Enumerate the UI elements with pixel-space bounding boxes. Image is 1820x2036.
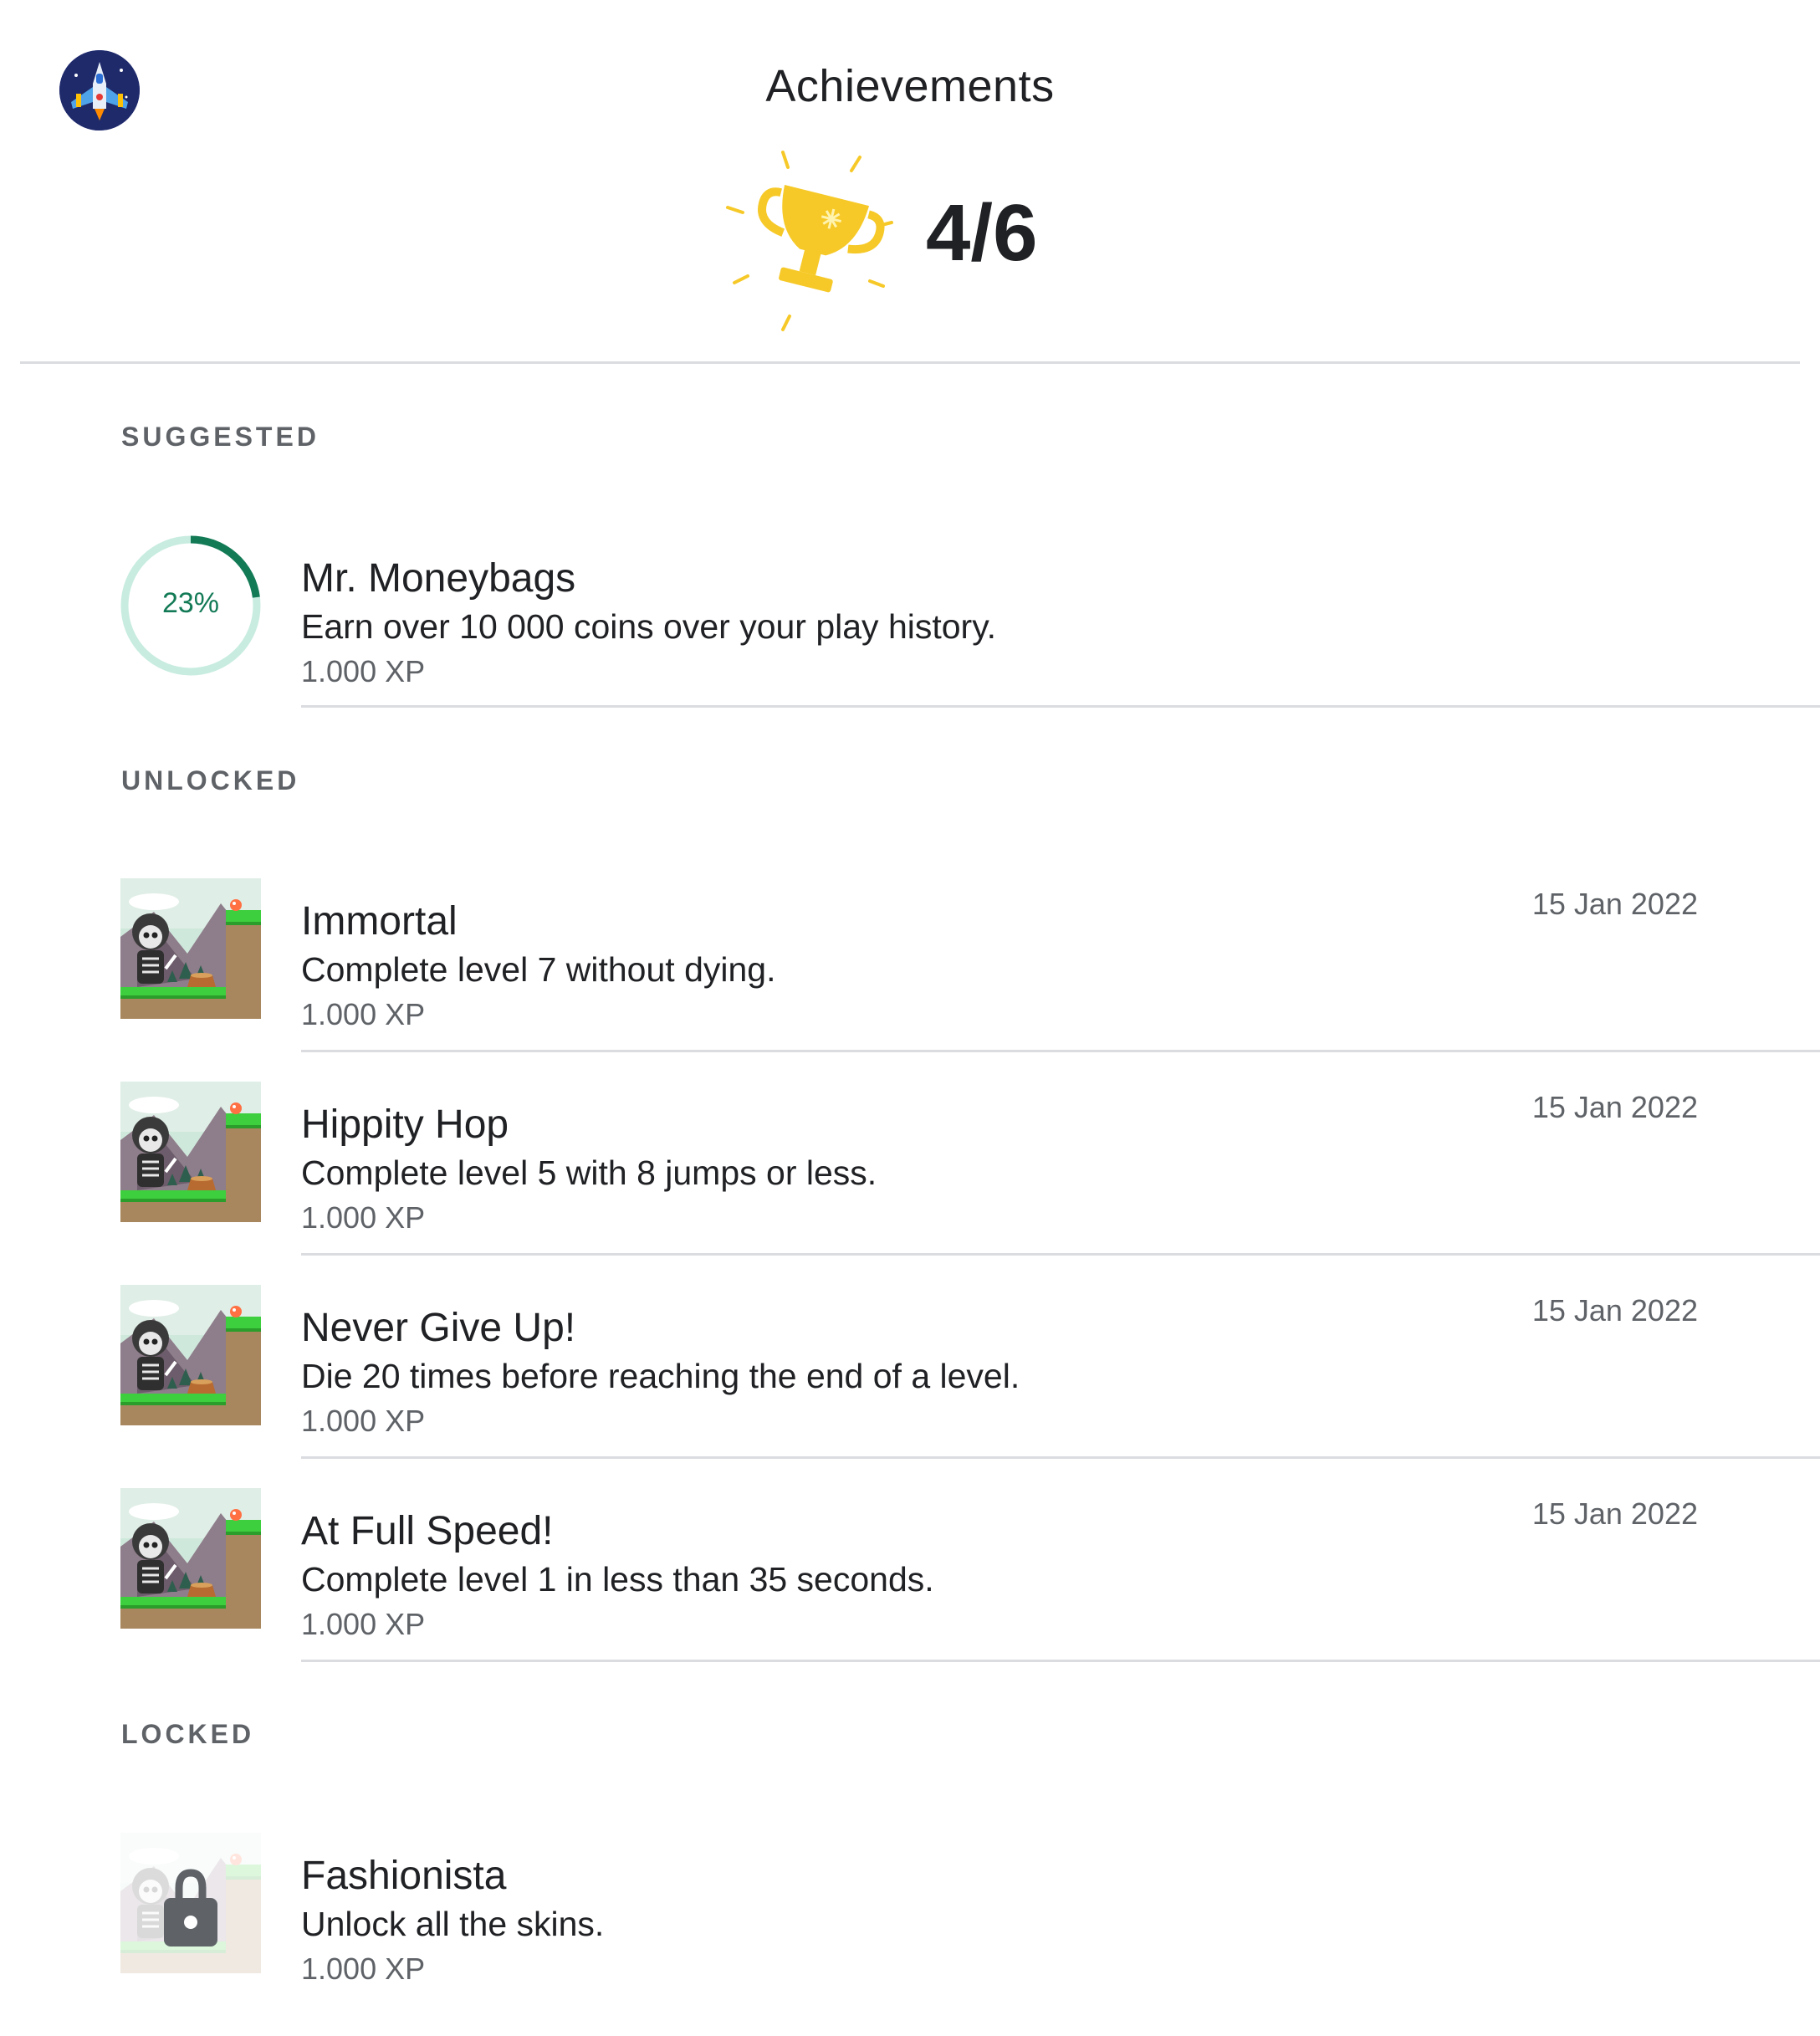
- achievement-xp: 1.000 XP: [301, 1952, 426, 1986]
- achievement-score: 4/6: [926, 188, 1038, 278]
- row-divider: [301, 1456, 1820, 1459]
- achievement-date: 15 Jan 2022: [1531, 1090, 1698, 1124]
- achievement-xp: 1.000 XP: [301, 1404, 426, 1438]
- page-title: Achievements: [765, 61, 1055, 111]
- achievement-description: Earn over 10 000 coins over your play hi…: [301, 607, 997, 646]
- achievement-image-icon: [120, 1082, 261, 1222]
- achievement-date: 15 Jan 2022: [1531, 1496, 1698, 1531]
- locked-achievement-image: [120, 1833, 261, 1973]
- achievement-date: 15 Jan 2022: [1531, 887, 1698, 921]
- achievement-xp: 1.000 XP: [301, 997, 426, 1031]
- achievement-xp: 1.000 XP: [301, 1607, 426, 1641]
- section-label-locked: LOCKED: [121, 1719, 255, 1749]
- achievement-image-icon: [120, 878, 261, 1019]
- achievement-title: At Full Speed!: [301, 1509, 554, 1553]
- row-divider: [301, 705, 1820, 708]
- achievement-xp: 1.000 XP: [301, 654, 426, 688]
- achievement-description: Complete level 1 in less than 35 seconds…: [301, 1560, 934, 1599]
- achievements-header: Achievements 4/6: [0, 0, 1820, 363]
- achievement-description: Unlock all the skins.: [301, 1905, 605, 1943]
- achievement-date: 15 Jan 2022: [1531, 1293, 1698, 1327]
- section-label-unlocked: UNLOCKED: [121, 765, 300, 795]
- achievement-description: Complete level 5 with 8 jumps or less.: [301, 1154, 877, 1192]
- achievement-title: Hippity Hop: [301, 1102, 509, 1147]
- achievement-image-icon: [120, 1488, 261, 1629]
- header-divider: [20, 361, 1800, 364]
- row-divider: [301, 1660, 1820, 1662]
- achievement-title: Never Give Up!: [301, 1306, 576, 1350]
- achievement-image-icon: [120, 1285, 261, 1425]
- achievement-description: Complete level 7 without dying.: [301, 950, 776, 989]
- row-divider: [301, 1050, 1820, 1052]
- lock-icon: [164, 1869, 217, 1946]
- row-divider: [301, 1253, 1820, 1256]
- section-label-suggested: SUGGESTED: [121, 422, 320, 452]
- achievement-xp: 1.000 XP: [301, 1200, 426, 1235]
- achievement-title: Fashionista: [301, 1854, 507, 1898]
- achievement-title: Mr. Moneybags: [301, 556, 576, 601]
- achievement-title: Immortal: [301, 899, 458, 944]
- achievement-row-mr-moneybags[interactable]: 23% Mr. Moneybags Earn over 10 000 coins…: [0, 535, 1820, 739]
- progress-percent: 23%: [161, 587, 220, 619]
- achievement-description: Die 20 times before reaching the end of …: [301, 1357, 1020, 1395]
- achievement-row-fashionista[interactable]: Fashionista Unlock all the skins. 1.000 …: [0, 1833, 1820, 2036]
- trophy-icon: [719, 144, 913, 338]
